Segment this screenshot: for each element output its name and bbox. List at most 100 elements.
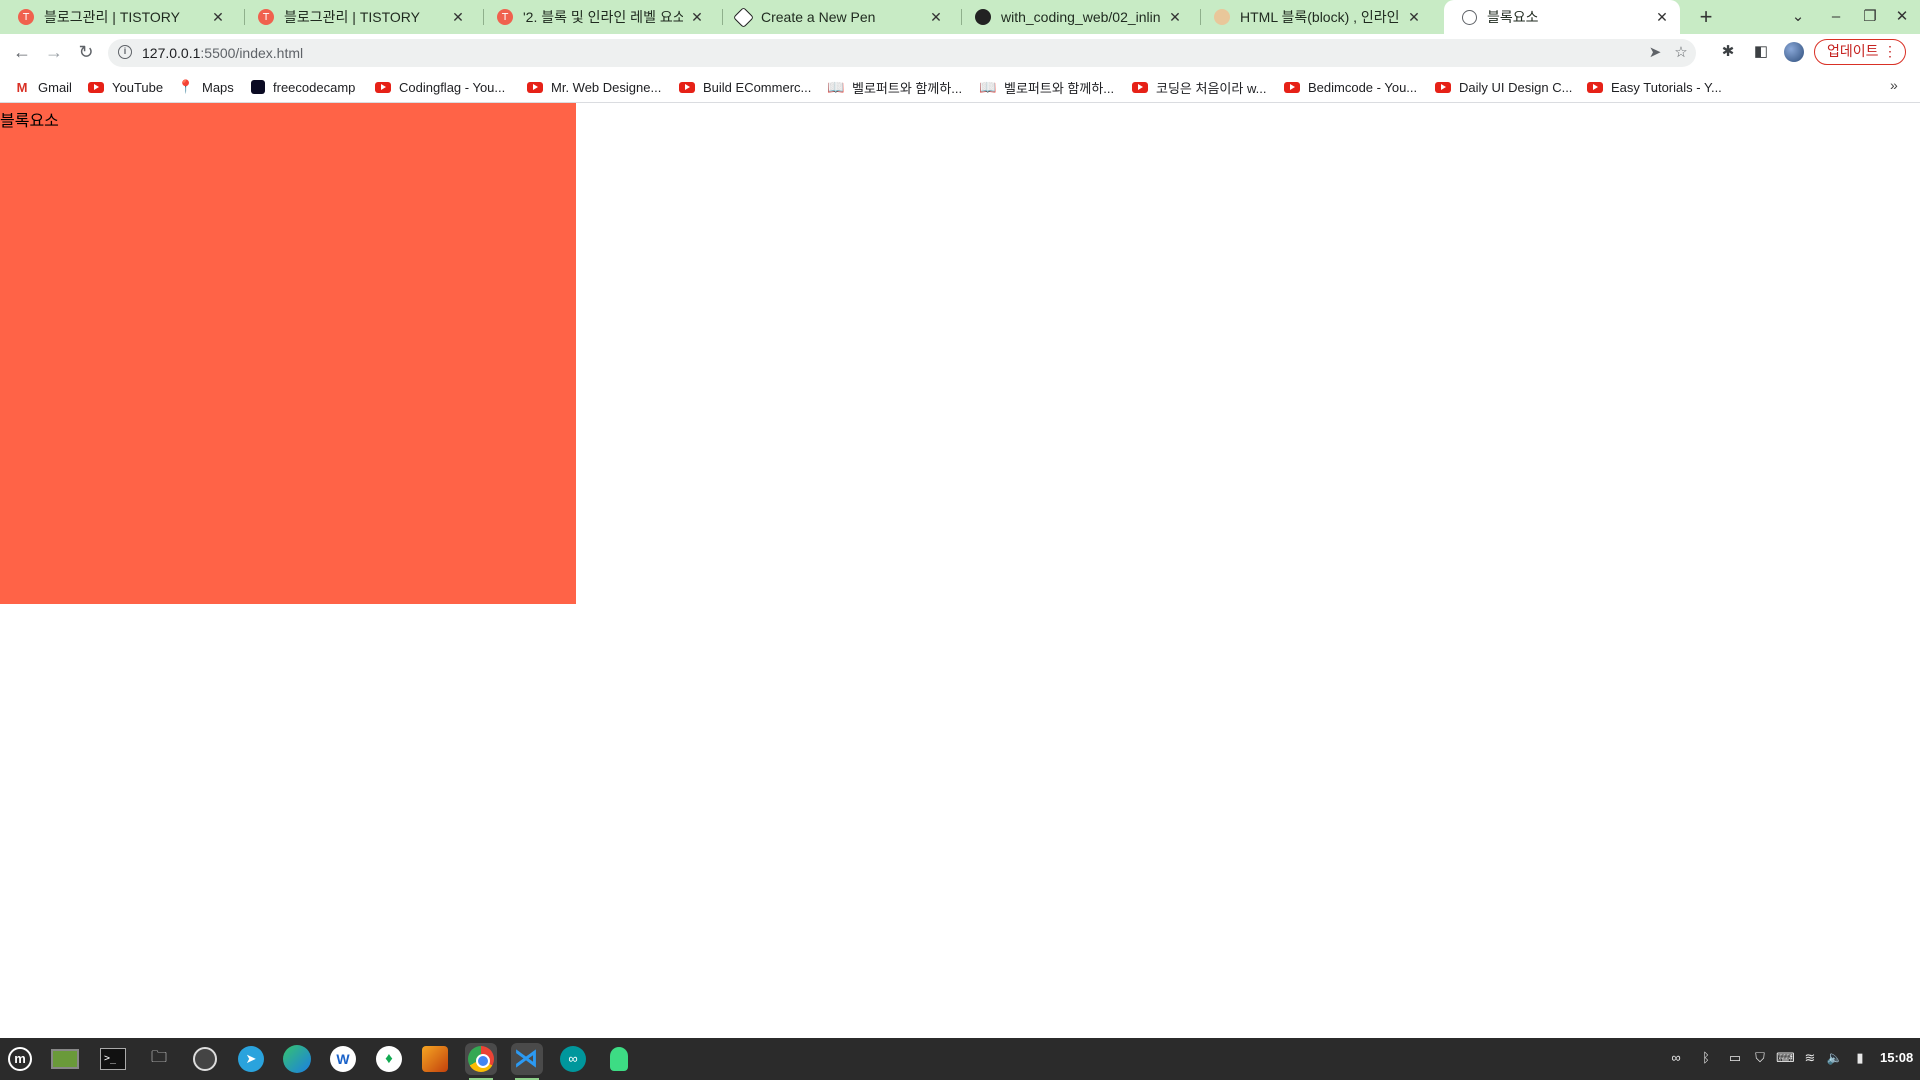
browser-tab[interactable]: HTML 블록(block) , 인라인(inlin ✕ (1196, 0, 1432, 34)
mint-menu-icon[interactable]: m (4, 1043, 36, 1075)
bookmark-item[interactable]: Build ECommerc... (679, 78, 811, 96)
arduino-icon[interactable]: ∞ (557, 1043, 589, 1075)
maps-icon: 📍 (177, 79, 195, 94)
bookmark-item[interactable]: 📖 벨로퍼트와 함께하... (827, 78, 963, 96)
vscode-icon[interactable]: ⋊ (511, 1043, 543, 1080)
terminal-icon[interactable]: >_ (97, 1043, 129, 1075)
bookmark-label: Maps (202, 79, 234, 95)
bookmark-label: Gmail (38, 79, 72, 95)
tab-title: 블로그관리 | TISTORY (284, 9, 420, 25)
new-tab-icon[interactable]: + (1692, 3, 1720, 31)
url-host: 127.0.0.1 (142, 45, 201, 61)
volume-icon[interactable]: 🔈 (1826, 1050, 1844, 1068)
app-icon[interactable] (419, 1043, 451, 1075)
browser-tab[interactable]: T 블로그관리 | TISTORY ✕ (240, 0, 476, 34)
bookmark-item[interactable]: M Gmail (14, 78, 72, 96)
bookmark-label: 벨로퍼트와 함께하... (1004, 80, 1115, 96)
codepen-icon (732, 6, 755, 28)
close-tab-icon[interactable]: ✕ (928, 9, 944, 26)
show-desktop-icon[interactable] (49, 1043, 81, 1075)
bookmark-label: Daily UI Design C... (1459, 79, 1573, 95)
youtube-icon (375, 81, 391, 93)
minimize-icon[interactable]: – (1822, 4, 1850, 30)
edge-icon[interactable] (281, 1043, 313, 1075)
browser-tab[interactable]: T '2. 블록 및 인라인 레벨 요소' 수정 ✕ (479, 0, 715, 34)
bookmark-item[interactable]: Codingflag - You... (375, 78, 505, 96)
extensions-puzzle-icon[interactable]: ✱ (1718, 42, 1738, 62)
close-window-icon[interactable]: ✕ (1888, 4, 1916, 30)
site-info-icon[interactable]: i (118, 45, 132, 59)
tistory-icon: T (497, 9, 513, 25)
block-element-text: 블록요소 (0, 111, 59, 130)
bluetooth-icon[interactable]: ᛒ (1698, 1050, 1714, 1068)
writer-icon[interactable]: W (327, 1043, 359, 1075)
close-tab-icon[interactable]: ✕ (1406, 9, 1422, 26)
keyboard-icon[interactable]: ⌨ (1776, 1050, 1795, 1068)
close-tab-icon[interactable]: ✕ (1167, 9, 1183, 26)
telegram-icon[interactable]: ➤ (235, 1043, 267, 1075)
side-panel-icon[interactable]: ◧ (1751, 42, 1771, 62)
tab-title: '2. 블록 및 인라인 레벨 요소' 수정 (523, 9, 683, 25)
bookmark-item[interactable]: YouTube (88, 78, 163, 96)
android-studio-icon[interactable] (603, 1043, 635, 1075)
restore-icon[interactable]: ❐ (1856, 4, 1884, 30)
update-button[interactable]: 업데이트 ⋮ (1814, 39, 1906, 65)
update-label: 업데이트 (1827, 43, 1879, 59)
url-text[interactable]: 127.0.0.1:5500/index.html (142, 45, 303, 61)
bookmark-label: Mr. Web Designe... (551, 79, 662, 95)
browser-toolbar: ← → ↻ i 127.0.0.1:5500/index.html ➤ ☆ ✱ … (0, 34, 1920, 70)
back-icon[interactable]: ← (8, 38, 36, 66)
bookmark-item[interactable]: Easy Tutorials - Y... (1587, 78, 1722, 96)
files-icon[interactable]: 🗀 (143, 1043, 175, 1075)
close-tab-icon[interactable]: ✕ (210, 9, 226, 26)
bookmark-label: Build ECommerc... (703, 79, 812, 95)
close-tab-icon[interactable]: ✕ (1654, 9, 1670, 26)
youtube-icon (679, 81, 695, 93)
close-tab-icon[interactable]: ✕ (450, 9, 466, 26)
profile-avatar[interactable] (1784, 42, 1804, 62)
globe-icon (1462, 9, 1477, 25)
tab-title: HTML 블록(block) , 인라인(inlin (1240, 9, 1400, 25)
bookmark-item[interactable]: freecodecamp (251, 78, 355, 96)
tab-title: 블로그관리 | TISTORY (44, 9, 180, 25)
clipboard-icon[interactable]: ▭ (1727, 1050, 1743, 1068)
mongodb-icon[interactable]: ♦ (373, 1043, 405, 1075)
obs-icon[interactable] (189, 1043, 221, 1075)
reload-icon[interactable]: ↻ (72, 38, 100, 66)
battery-icon[interactable]: ▮ (1852, 1050, 1868, 1068)
youtube-icon (1284, 81, 1300, 93)
bookmark-label: Easy Tutorials - Y... (1611, 79, 1722, 95)
bookmark-item[interactable]: 📖 벨로퍼트와 함께하... (979, 78, 1115, 96)
bookmark-label: 벨로퍼트와 함께하... (852, 80, 963, 96)
bookmark-label: Codingflag - You... (399, 79, 506, 95)
bookmark-item[interactable]: 코딩은 처음이라 w... (1132, 78, 1266, 96)
address-bar[interactable]: i 127.0.0.1:5500/index.html ➤ ☆ (108, 39, 1696, 67)
wifi-icon[interactable]: ≋ (1801, 1050, 1819, 1068)
bookmark-label: 코딩은 처음이라 w... (1156, 80, 1267, 96)
browser-tab[interactable]: T 블로그관리 | TISTORY ✕ (0, 0, 236, 34)
chrome-icon[interactable] (465, 1043, 497, 1080)
shield-icon[interactable]: ⛉ (1752, 1050, 1768, 1068)
forward-icon[interactable]: → (40, 38, 68, 66)
bookmark-item[interactable]: Mr. Web Designe... (527, 78, 661, 96)
browser-tab-active[interactable]: 블록요소 ✕ (1444, 0, 1680, 34)
bookmark-item[interactable]: 📍 Maps (178, 78, 234, 96)
creative-cloud-icon[interactable]: ∞ (1664, 1050, 1688, 1068)
tistory-icon: T (258, 9, 274, 25)
bookmark-item[interactable]: Bedimcode - You... (1284, 78, 1417, 96)
github-icon (975, 9, 991, 25)
close-tab-icon[interactable]: ✕ (689, 9, 705, 26)
tistory-icon: T (18, 9, 34, 25)
browser-tab[interactable]: with_coding_web/02_inline_el ✕ (957, 0, 1193, 34)
bookmark-label: freecodecamp (273, 79, 356, 95)
bookmark-star-icon[interactable]: ☆ (1670, 42, 1692, 64)
tab-title: 블록요소 (1487, 9, 1539, 25)
browser-tab[interactable]: Create a New Pen ✕ (718, 0, 954, 34)
more-bookmarks-chevron-icon[interactable]: » (1890, 77, 1898, 93)
send-icon[interactable]: ➤ (1644, 42, 1666, 64)
url-path: :5500/index.html (200, 45, 304, 61)
bookmark-item[interactable]: Daily UI Design C... (1435, 78, 1572, 96)
tab-search-chevron-icon[interactable]: ⌄ (1784, 4, 1812, 30)
clock[interactable]: 15:08 (1880, 1050, 1913, 1065)
tab-title: Create a New Pen (761, 9, 876, 25)
